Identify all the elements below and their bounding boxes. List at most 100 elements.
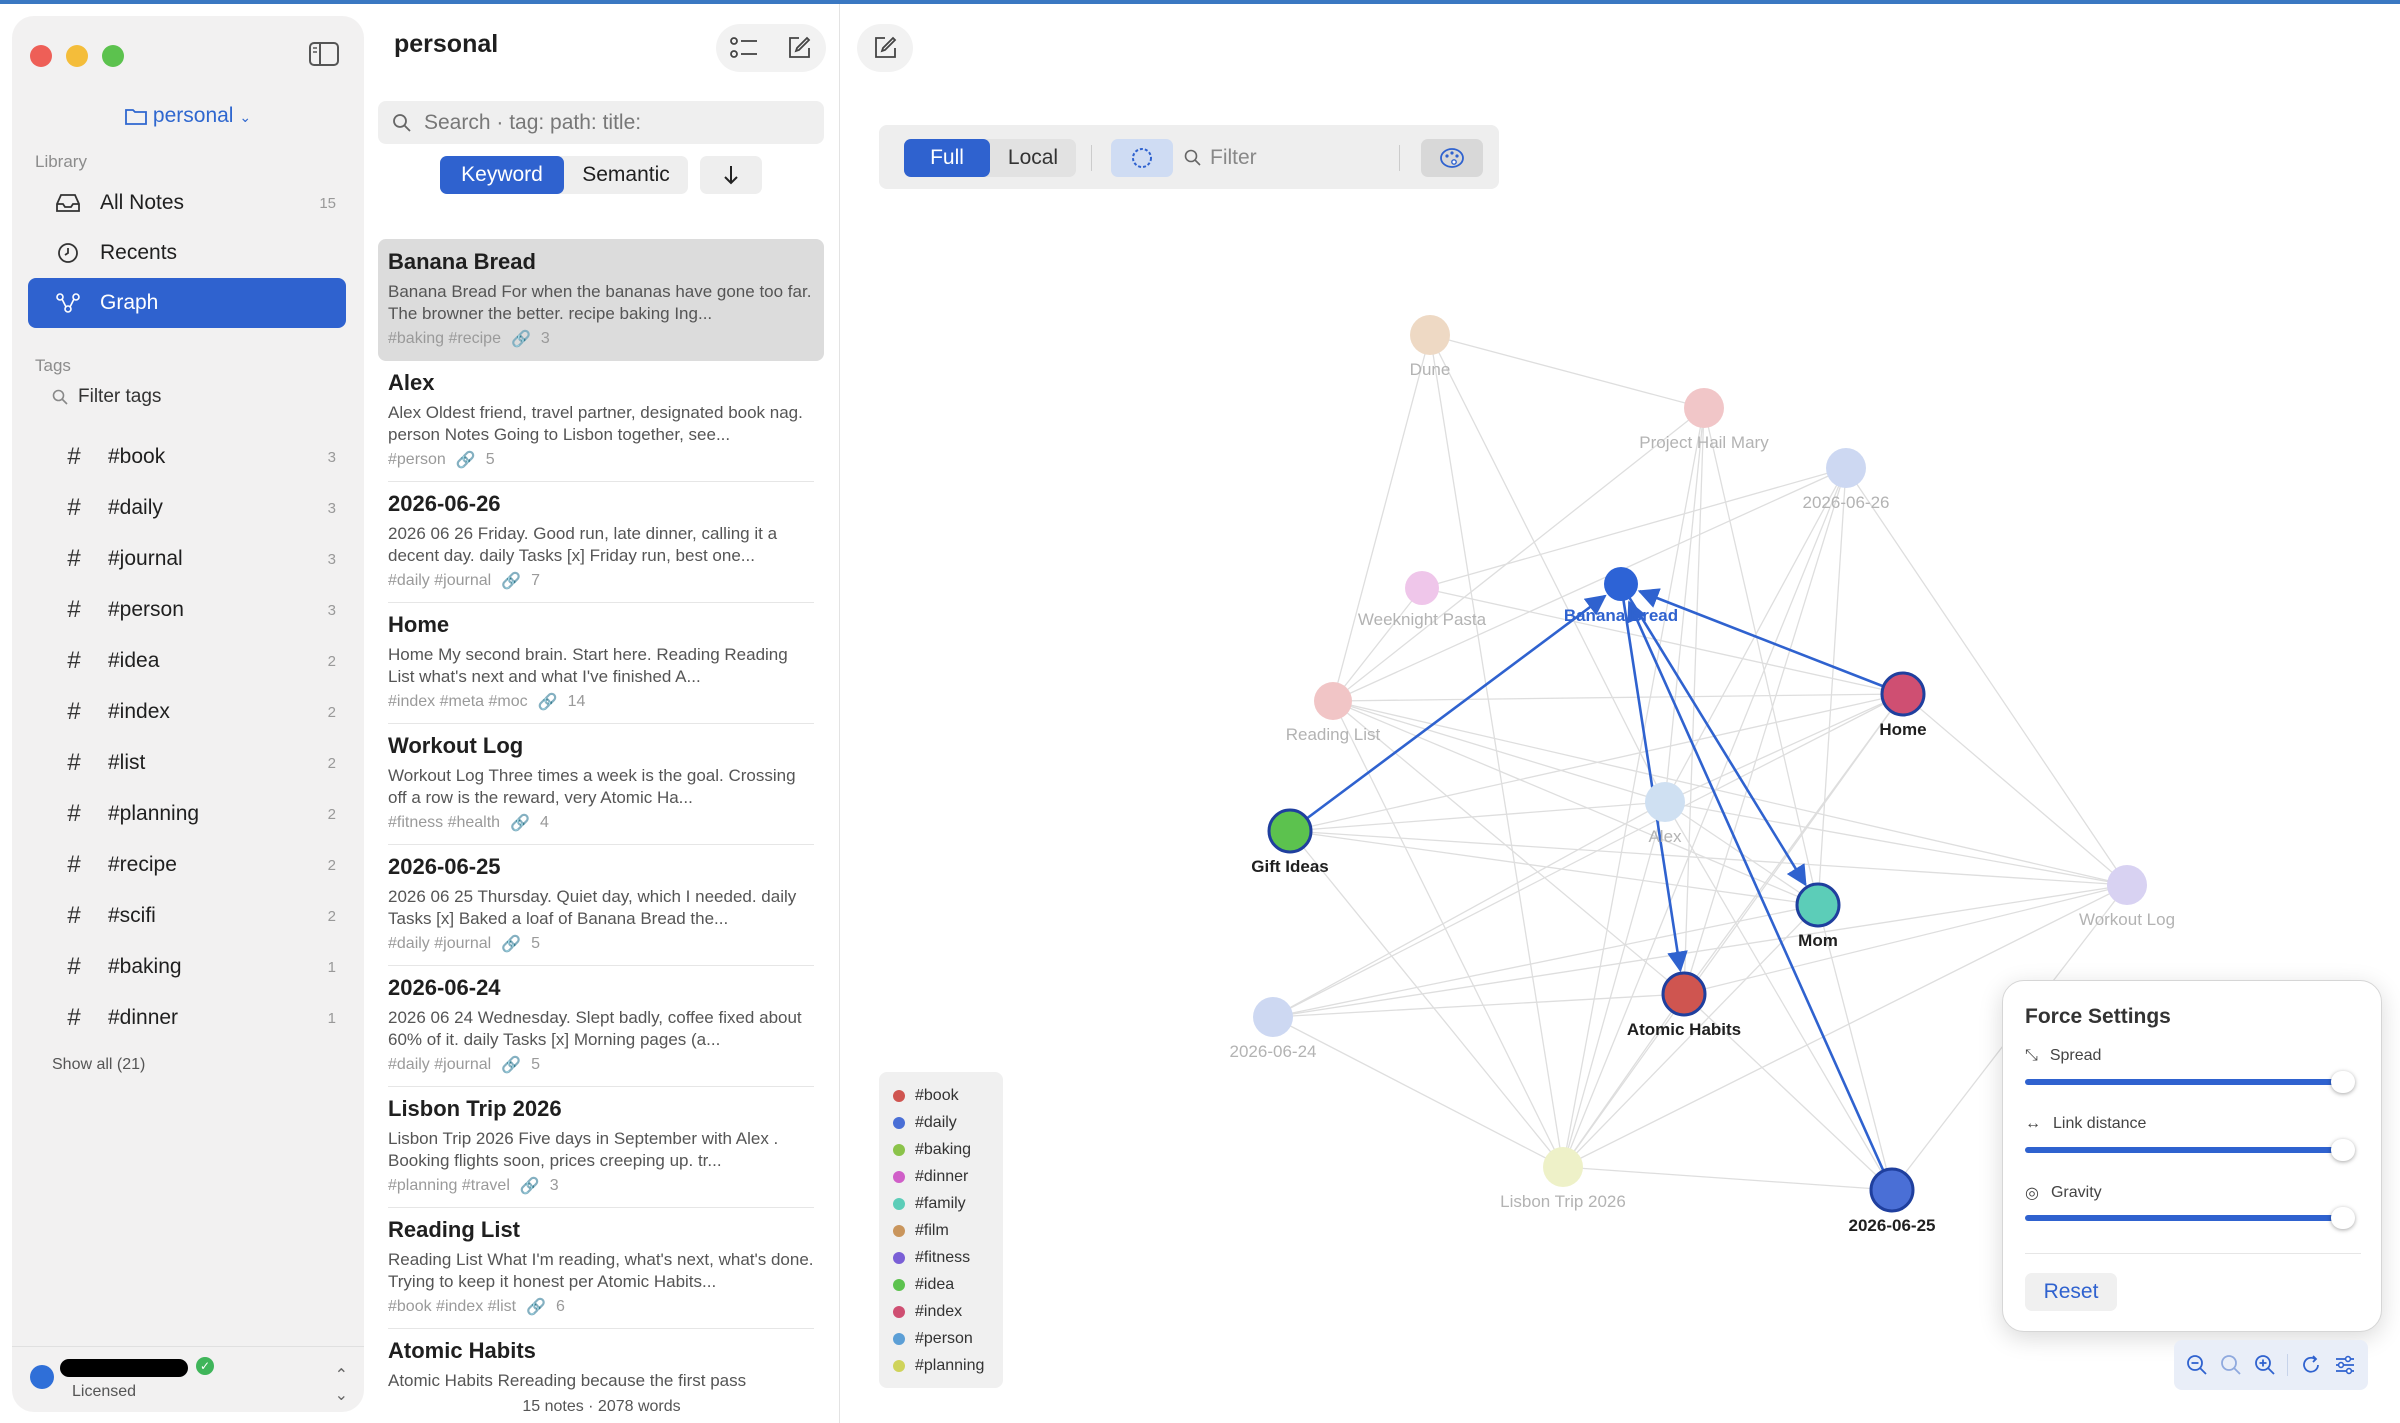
graph-icon (54, 292, 82, 314)
note-card[interactable]: Lisbon Trip 2026 Lisbon Trip 2026 Five da… (378, 1086, 824, 1208)
legend-label: #fitness (915, 1248, 971, 1266)
graph-node[interactable]: Project Hail Mary (1639, 388, 1769, 452)
tag-item[interactable]: # #daily 3 (28, 483, 346, 533)
legend-swatch (893, 1251, 905, 1264)
account-footer[interactable]: ✓ Licensed ⌃ ⌄ (12, 1346, 364, 1412)
tag-item[interactable]: # #scifi 2 (28, 891, 346, 941)
graph-node-circle[interactable] (1880, 671, 1926, 717)
nav-graph[interactable]: Graph (28, 278, 346, 328)
zoom-window-button[interactable] (102, 45, 124, 67)
graph-node-circle[interactable] (1661, 971, 1707, 1017)
show-all-tags-link[interactable]: Show all (21) (52, 1056, 145, 1074)
note-card[interactable]: Banana Bread Banana Bread For when the ba… (378, 239, 824, 361)
zoom-reset-icon[interactable] (2220, 1354, 2242, 1376)
checklist-icon[interactable] (729, 35, 759, 61)
search-input[interactable]: Search · tag: path: title: (378, 101, 824, 144)
note-card[interactable]: Alex Alex Oldest friend, travel partner, … (378, 360, 824, 482)
graph-edge (1562, 467, 1847, 1168)
graph-node-circle[interactable] (1795, 882, 1841, 928)
filter-tags-label: Filter tags (78, 386, 162, 407)
sliders-icon[interactable] (2334, 1354, 2356, 1376)
tag-item[interactable]: # #planning 2 (28, 789, 346, 839)
slider-knob[interactable] (2331, 1207, 2355, 1229)
graph-edge (1332, 587, 1423, 702)
note-card[interactable]: 2026-06-26 2026 06 26 Friday. Good run, l… (378, 481, 824, 603)
legend-item: #index (893, 1298, 1003, 1325)
refresh-icon[interactable] (2300, 1354, 2322, 1376)
graph-node[interactable]: Home (1879, 671, 1927, 739)
graph-node[interactable]: Mom (1795, 882, 1841, 950)
legend-swatch (893, 1305, 905, 1318)
sidebar-toggle-icon[interactable] (308, 40, 340, 68)
link-icon: 🔗 (519, 1178, 540, 1195)
tag-count: 3 (327, 448, 336, 466)
slider-track[interactable] (2025, 1147, 2345, 1153)
tag-item[interactable]: # #recipe 2 (28, 840, 346, 890)
link-icon: 🔗 (501, 1057, 522, 1074)
graph-node-circle[interactable] (1405, 571, 1439, 605)
graph-node-circle[interactable] (1604, 567, 1638, 601)
gravity-slider[interactable]: ◎ Gravity (2025, 1183, 2361, 1229)
tag-item[interactable]: # #index 2 (28, 687, 346, 737)
graph-node-circle[interactable] (1314, 682, 1352, 720)
graph-node-circle[interactable] (1826, 448, 1866, 488)
tag-item[interactable]: # #person 3 (28, 585, 346, 635)
close-window-button[interactable] (30, 45, 52, 67)
compose-icon[interactable] (785, 34, 813, 62)
graph-node[interactable]: Workout Log (2079, 865, 2175, 929)
slider-track[interactable] (2025, 1079, 2345, 1085)
note-excerpt: Alex Oldest friend, travel partner, desi… (388, 403, 803, 444)
graph-edge (1683, 884, 2128, 995)
zoom-out-icon[interactable] (2186, 1354, 2208, 1376)
note-card[interactable]: Home Home My second brain. Start here. Re… (378, 602, 824, 724)
slider-knob[interactable] (2331, 1139, 2355, 1161)
note-card[interactable]: Reading List Reading List What I'm readin… (378, 1207, 824, 1329)
link-icon: 🔗 (510, 331, 531, 348)
graph-node[interactable]: Lisbon Trip 2026 (1500, 1147, 1626, 1211)
graph-node[interactable]: 2026-06-25 (1849, 1167, 1936, 1235)
tag-item[interactable]: # #journal 3 (28, 534, 346, 584)
reset-button[interactable]: Reset (2025, 1273, 2117, 1311)
graph-node-circle[interactable] (2107, 865, 2147, 905)
tag-item[interactable]: # #book 3 (28, 432, 346, 482)
nav-all-notes[interactable]: All Notes 15 (28, 178, 346, 228)
graph-node-circle[interactable] (1869, 1167, 1915, 1213)
legend-label: #dinner (915, 1167, 969, 1185)
link-distance-slider[interactable]: ↔ Link distance (2025, 1115, 2361, 1161)
graph-node[interactable]: Banana Bread (1564, 567, 1678, 625)
graph-node[interactable]: Gift Ideas (1251, 808, 1329, 876)
graph-node[interactable]: Alex (1645, 782, 1685, 846)
zoom-in-icon[interactable] (2254, 1354, 2276, 1376)
spread-slider[interactable]: ⤡ Spread (2025, 1047, 2361, 1093)
graph-node[interactable]: 2026-06-26 (1803, 448, 1890, 512)
vault-switcher[interactable]: personal ⌄ (12, 104, 364, 128)
minimize-window-button[interactable] (66, 45, 88, 67)
mode-semantic[interactable]: Semantic (564, 156, 688, 194)
slider-knob[interactable] (2331, 1071, 2355, 1093)
graph-node[interactable]: Reading List (1286, 682, 1381, 744)
graph-node-circle[interactable] (1684, 388, 1724, 428)
nav-recents[interactable]: Recents (28, 228, 346, 278)
graph-node[interactable]: Dune (1410, 315, 1451, 379)
graph-node-circle[interactable] (1253, 997, 1293, 1037)
graph-node[interactable]: Atomic Habits (1627, 971, 1741, 1039)
note-card[interactable]: 2026-06-24 2026 06 24 Wednesday. Slept ba… (378, 965, 824, 1087)
note-card[interactable]: 2026-06-25 2026 06 25 Thursday. Quiet day… (378, 844, 824, 966)
graph-node[interactable]: Weeknight Pasta (1358, 571, 1487, 629)
tag-item[interactable]: # #baking 1 (28, 942, 346, 992)
filter-tags-input[interactable]: Filter tags (52, 386, 161, 408)
graph-node-circle[interactable] (1410, 315, 1450, 355)
graph-node[interactable]: 2026-06-24 (1230, 997, 1317, 1061)
slider-track[interactable] (2025, 1215, 2345, 1221)
graph-node-circle[interactable] (1645, 782, 1685, 822)
graph-node-circle[interactable] (1543, 1147, 1583, 1187)
tag-item[interactable]: # #dinner 1 (28, 993, 346, 1043)
graph-node-circle[interactable] (1267, 808, 1313, 854)
note-card[interactable]: Workout Log Workout Log Three times a wee… (378, 723, 824, 845)
mode-keyword[interactable]: Keyword (440, 156, 564, 194)
graph-edge (1817, 467, 1847, 906)
sort-button[interactable] (700, 156, 762, 194)
note-link-count: 14 (567, 693, 586, 710)
tag-item[interactable]: # #idea 2 (28, 636, 346, 686)
tag-item[interactable]: # #list 2 (28, 738, 346, 788)
